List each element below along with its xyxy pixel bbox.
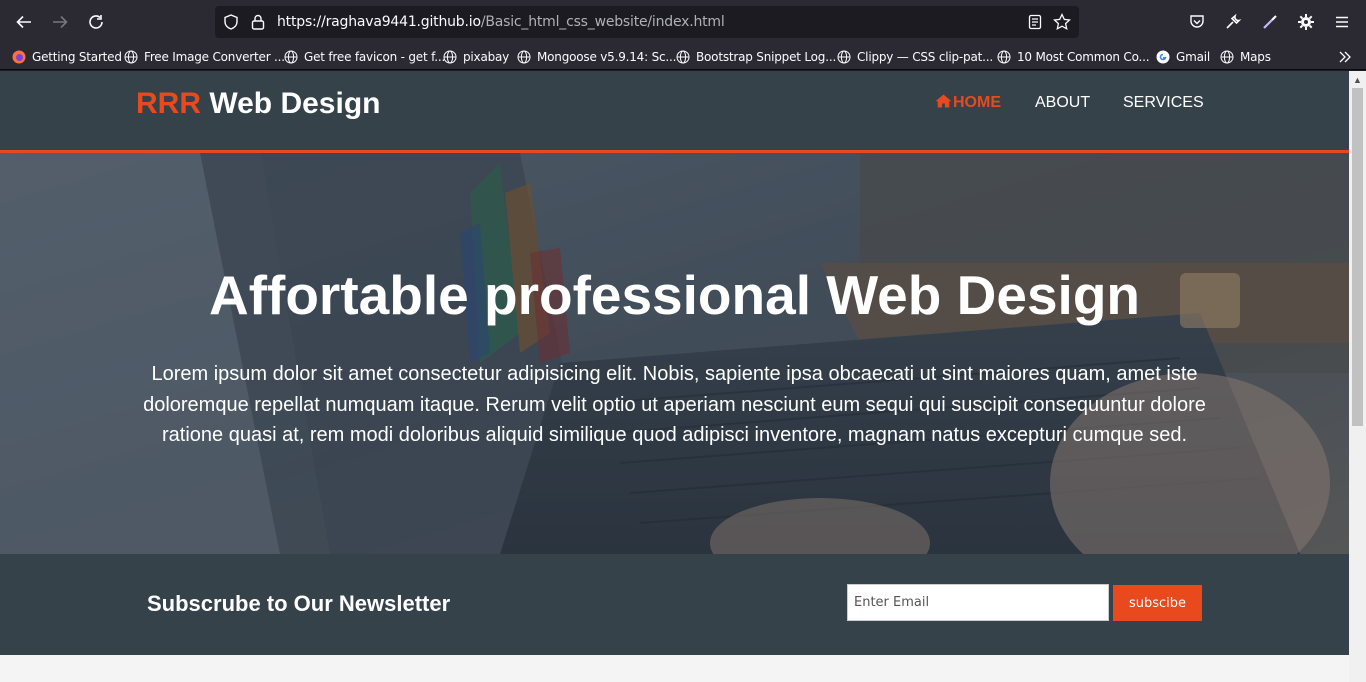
forward-icon[interactable] xyxy=(48,10,72,34)
bookmark-item[interactable]: 10 Most Common Co... xyxy=(997,48,1150,66)
newsletter-title: Subscrube to Our Newsletter xyxy=(147,591,451,616)
wrench-icon[interactable] xyxy=(1221,10,1245,34)
scroll-up-icon[interactable]: ▲ xyxy=(1349,71,1366,88)
shield-icon[interactable] xyxy=(222,13,240,36)
bookmark-item[interactable]: Mongoose v5.9.14: Sc... xyxy=(517,48,676,66)
bookmark-item[interactable]: Get free favicon - get f... xyxy=(284,48,445,66)
nav-home[interactable]: HOME xyxy=(935,94,1001,113)
globe-icon xyxy=(997,50,1011,64)
bookmark-item[interactable]: Getting Started xyxy=(12,48,122,66)
url-bar[interactable]: https://raghava9441.github.io/Basic_html… xyxy=(215,6,1079,38)
globe-icon xyxy=(1220,50,1234,64)
bookmarks-bar: Getting Started Free Image Converter ...… xyxy=(0,44,1366,70)
subscribe-button[interactable]: subscibe xyxy=(1113,585,1202,621)
reader-view-icon[interactable] xyxy=(1027,14,1043,35)
globe-icon xyxy=(517,50,531,64)
hero-background-image xyxy=(0,153,1349,554)
google-icon xyxy=(1156,50,1170,64)
bookmark-item[interactable]: Maps xyxy=(1220,48,1271,66)
bookmark-item[interactable]: Gmail xyxy=(1156,48,1210,66)
url-text: https://raghava9441.github.io/Basic_html… xyxy=(277,14,725,30)
globe-icon xyxy=(284,50,298,64)
bookmark-item[interactable]: pixabay xyxy=(443,48,509,66)
bookmark-item[interactable]: Free Image Converter ... xyxy=(124,48,285,66)
nav-services[interactable]: SERVICES xyxy=(1123,94,1204,112)
hero-showcase: Affortable professional Web Design Lorem… xyxy=(0,153,1349,554)
hero-text: Lorem ipsum dolor sit amet consectetur a… xyxy=(143,363,1206,446)
bookmark-item[interactable]: Bootstrap Snippet Log... xyxy=(676,48,836,66)
nav-about[interactable]: ABOUT xyxy=(1035,94,1090,112)
scrollbar-thumb[interactable] xyxy=(1352,88,1363,426)
bookmark-star-icon[interactable] xyxy=(1053,12,1071,36)
menu-icon[interactable] xyxy=(1330,10,1354,34)
globe-icon xyxy=(837,50,851,64)
site-logo[interactable]: RRR Web Design xyxy=(136,87,380,121)
bookmark-item[interactable]: Clippy — CSS clip-pat... xyxy=(837,48,993,66)
extension-gear-icon[interactable] xyxy=(1294,10,1318,34)
home-icon xyxy=(935,94,952,113)
newsletter-section: Subscrube to Our Newsletter subscibe xyxy=(0,554,1349,655)
globe-icon xyxy=(676,50,690,64)
site-header: RRR Web Design HOME ABOUT SERVICES xyxy=(0,71,1349,153)
browser-toolbar: https://raghava9441.github.io/Basic_html… xyxy=(0,0,1366,44)
globe-icon xyxy=(443,50,457,64)
lock-icon[interactable] xyxy=(250,13,266,36)
firefox-icon xyxy=(12,50,26,64)
back-icon[interactable] xyxy=(12,10,36,34)
hero-title: Affortable professional Web Design xyxy=(208,264,1141,326)
bookmarks-overflow-icon[interactable] xyxy=(1338,48,1352,66)
globe-icon xyxy=(124,50,138,64)
web-page: RRR Web Design HOME ABOUT SERVICES Affor… xyxy=(0,71,1349,682)
pocket-icon[interactable] xyxy=(1185,10,1209,34)
color-picker-icon[interactable] xyxy=(1258,10,1282,34)
email-input[interactable] xyxy=(847,584,1109,621)
reload-icon[interactable] xyxy=(84,10,108,34)
